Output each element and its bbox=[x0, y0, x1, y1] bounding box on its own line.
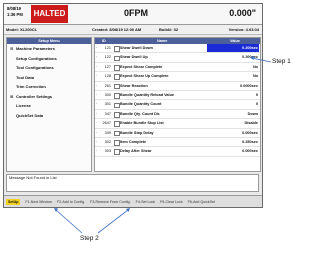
step1-label: Step 1 bbox=[272, 58, 291, 65]
step2-arrow-right bbox=[97, 209, 129, 234]
step1-arrow bbox=[251, 57, 272, 63]
step1-arrowhead bbox=[250, 56, 254, 60]
step2-label: Step 2 bbox=[80, 235, 99, 242]
step2-arrow-left bbox=[55, 209, 83, 234]
annotation-arrows bbox=[54, 56, 272, 234]
